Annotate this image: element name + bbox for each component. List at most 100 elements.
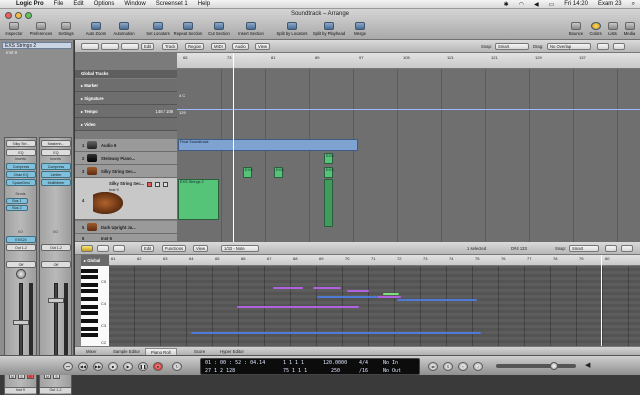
- insert-slot-3[interactable]: MultiMeter: [41, 179, 71, 186]
- send-slot-1[interactable]: Bus 1: [6, 198, 28, 204]
- midi-region[interactable]: EXS: [243, 167, 253, 178]
- mute-button[interactable]: [155, 182, 160, 187]
- piano-global-tracks[interactable]: ▸ Global Tracks: [81, 255, 109, 274]
- piano-roll-grid[interactable]: 61 62 63 64 65 66 67 68 69 70 71 72 73 7…: [109, 255, 640, 346]
- master-volume-handle[interactable]: [550, 362, 558, 370]
- arrange-canvas[interactable]: 65 73 81 89 97 105 113 121 129 137 4 C 1…: [177, 53, 640, 242]
- solo-button[interactable]: [163, 182, 168, 187]
- piano-menu-functions[interactable]: Functions: [162, 245, 187, 252]
- insert-slot-1[interactable]: Compress: [41, 163, 71, 170]
- quantize-select[interactable]: 1/32 - Note: [221, 245, 259, 252]
- bar-ruler[interactable]: 65 73 81 89 97 105 113 121 129 137: [177, 53, 640, 69]
- midi-region[interactable]: [324, 179, 333, 227]
- media-button[interactable]: Media: [621, 22, 638, 39]
- insert-section-button[interactable]: Insert Section: [235, 22, 267, 39]
- pencil-tool[interactable]: [621, 245, 633, 252]
- master-volume-slider[interactable]: [496, 364, 576, 368]
- tab-score[interactable]: Score: [189, 348, 210, 355]
- transport-display[interactable]: 01 : 00 : 52 : 04.14 27 1 2 128 1 1 1 1 …: [200, 358, 420, 375]
- menu-edit[interactable]: Edit: [68, 1, 88, 7]
- automation-mode[interactable]: Off: [41, 261, 71, 268]
- menu-file[interactable]: File: [49, 1, 69, 7]
- arrange-menu-track[interactable]: Track: [162, 43, 179, 50]
- auto-zoom-button[interactable]: Auto Zoom: [84, 22, 108, 39]
- track-add-button[interactable]: [81, 43, 99, 50]
- pointer-tool[interactable]: [605, 245, 617, 252]
- piano-menu-edit[interactable]: Edit: [141, 245, 155, 252]
- track-row-5[interactable]: 5 Dark Upright Ja...: [75, 221, 177, 234]
- global-track-marker[interactable]: ▸ Marker: [75, 79, 177, 92]
- midi-note[interactable]: [347, 290, 369, 292]
- track-row-2[interactable]: 2 Steinway Piano...: [75, 152, 177, 165]
- tab-sample-editor[interactable]: Sample Editor: [108, 348, 145, 355]
- menu-app[interactable]: Logic Pro: [11, 1, 49, 7]
- global-track-video[interactable]: ▸ Video: [75, 118, 177, 131]
- track-row-3[interactable]: 3 Silky String Sec...: [75, 165, 177, 178]
- audio-region[interactable]: Final Soundtrack: [178, 139, 358, 151]
- track-row-6[interactable]: 6 Inst 6: [75, 234, 177, 242]
- tab-hyper-editor[interactable]: Hyper Editor: [215, 348, 249, 355]
- inspector-button[interactable]: Inspector: [3, 22, 25, 39]
- settings-button[interactable]: Settings: [56, 22, 76, 39]
- pan-knob[interactable]: [16, 269, 26, 279]
- eq-display[interactable]: EQ: [41, 149, 71, 156]
- arrange-menu-midi[interactable]: MIDI: [211, 43, 226, 50]
- track-row-4-selected[interactable]: 4 Silky String Sec... Inst 9: [75, 178, 177, 220]
- track-row-1[interactable]: 1 Audio 8: [75, 139, 177, 152]
- automation-button[interactable]: Automation: [110, 22, 138, 39]
- drag-select[interactable]: No Overlap: [547, 43, 591, 50]
- split-by-locators-button[interactable]: Split by Locators: [275, 22, 309, 39]
- cut-section-button[interactable]: Cut Section: [205, 22, 233, 39]
- battery-icon[interactable]: ▭: [544, 1, 560, 8]
- play-button[interactable]: ▶: [123, 362, 133, 371]
- arrange-menu-region[interactable]: Region: [185, 43, 205, 50]
- eq-display[interactable]: EQ: [6, 149, 36, 156]
- volume-fader-handle[interactable]: [48, 298, 64, 303]
- piano-menu-view[interactable]: View: [193, 245, 209, 252]
- merge-button[interactable]: Merge: [350, 22, 370, 39]
- forward-button[interactable]: ▶▶: [93, 362, 103, 371]
- midi-note[interactable]: [377, 296, 401, 298]
- global-track-tempo[interactable]: ▸ Tempo 148 / 108: [75, 105, 177, 118]
- global-tracks-header[interactable]: Global Tracks: [75, 70, 177, 78]
- bluetooth-icon[interactable]: ✱: [499, 1, 514, 8]
- midi-note[interactable]: [397, 299, 477, 301]
- midi-out-button[interactable]: [97, 245, 109, 252]
- replace-button[interactable]: ⇄: [428, 362, 438, 371]
- set-locators-button[interactable]: Set Locators: [145, 22, 171, 39]
- output-slot[interactable]: Out 1-2: [6, 244, 36, 251]
- insert-slot-2[interactable]: Limiter: [41, 171, 71, 178]
- midi-note[interactable]: [317, 296, 377, 298]
- pointer-tool[interactable]: [597, 43, 609, 50]
- record-enable-button[interactable]: [147, 182, 152, 187]
- wifi-icon[interactable]: ◠: [514, 1, 529, 8]
- arrange-menu-audio[interactable]: Audio: [232, 43, 249, 50]
- catch-button[interactable]: [113, 245, 125, 252]
- midi-note[interactable]: [273, 287, 303, 289]
- automation-mode[interactable]: Off: [6, 261, 36, 268]
- insert-slot-1[interactable]: Compress: [6, 163, 36, 170]
- volume-icon[interactable]: ◀: [529, 1, 544, 8]
- output-slot[interactable]: Out 1-2: [41, 244, 71, 251]
- midi-region[interactable]: EXS: [324, 167, 334, 178]
- tab-piano-roll[interactable]: Piano Roll: [145, 348, 177, 355]
- clock[interactable]: Fri 14:20: [559, 1, 593, 7]
- pencil-tool[interactable]: [613, 43, 625, 50]
- menu-options[interactable]: Options: [89, 1, 120, 7]
- tab-mixer[interactable]: Mixer: [81, 348, 102, 355]
- snap-select[interactable]: Smart: [495, 43, 529, 50]
- volume-fader-handle[interactable]: [13, 320, 29, 325]
- colors-button[interactable]: Colors: [587, 22, 604, 39]
- send-slot-2[interactable]: Bus 2: [6, 205, 28, 211]
- region-parameters-header[interactable]: EXS Strings 2: [2, 42, 72, 49]
- arrange-menu-edit[interactable]: Edit: [141, 43, 155, 50]
- menu-window[interactable]: Window: [119, 1, 150, 7]
- global-track-signature[interactable]: ▸ Signature: [75, 92, 177, 105]
- sync-button[interactable]: ⌁: [458, 362, 468, 371]
- stop-button[interactable]: ■: [108, 362, 118, 371]
- spotlight-icon[interactable]: ⌕: [627, 1, 640, 8]
- metronome-button[interactable]: ♪: [473, 362, 483, 371]
- strip-name[interactable]: Out 1-2: [40, 387, 71, 393]
- menu-help[interactable]: Help: [193, 1, 215, 7]
- midi-note[interactable]: [191, 332, 481, 334]
